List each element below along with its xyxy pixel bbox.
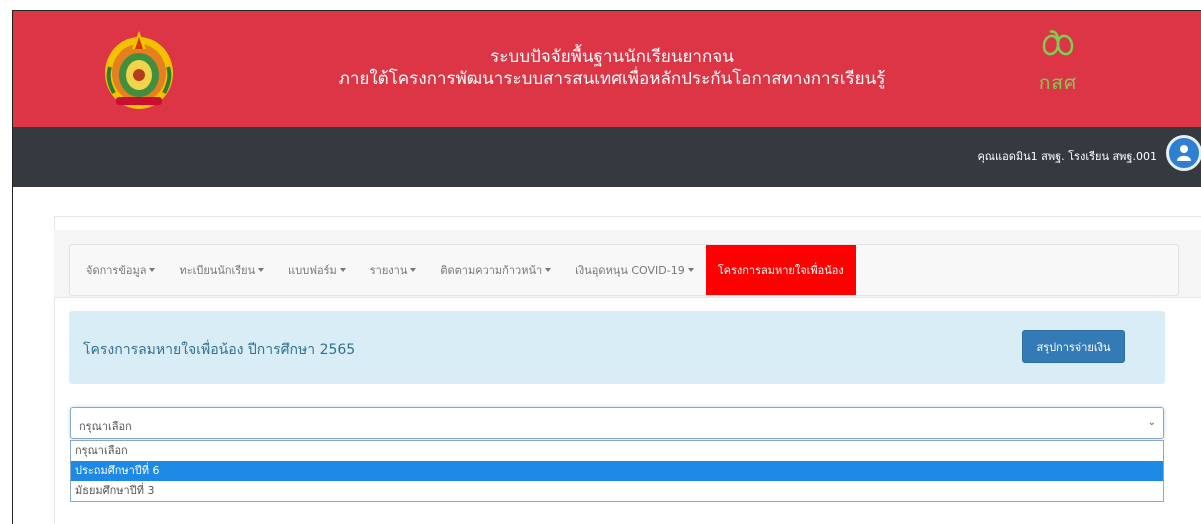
page: ระบบปัจจัยพื้นฐานนักเรียนยากจน ภายใต้โคร… [0, 0, 1201, 524]
user-name-label: คุณแอดมิน1 สพฐ. โรงเรียน สพฐ.001 [977, 150, 1157, 163]
eef-logo: กสศ [1024, 28, 1092, 94]
project-title: โครงการลมหายใจเพื่อน้อง ปีการศึกษา 2565 [83, 342, 356, 358]
nav-item-3[interactable]: รายงาน [358, 245, 429, 295]
nav-item-label: รายงาน [369, 264, 408, 277]
caret-down-icon [149, 268, 156, 272]
grade-option[interactable]: มัธยมศึกษาปีที่ 3 [71, 481, 1163, 501]
system-title-line2: ภายใต้โครงการพัฒนาระบบสารสนเทศเพื่อหลักป… [338, 69, 886, 89]
grade-select-value: กรุณาเลือก [79, 420, 132, 433]
user-avatar-button[interactable] [1166, 135, 1201, 171]
nav-item-2[interactable]: แบบฟอร์ม [276, 245, 358, 295]
grade-select[interactable]: กรุณาเลือก ⌄ [70, 407, 1164, 439]
system-title-line1: ระบบปัจจัยพื้นฐานนักเรียนยากจน [490, 47, 734, 67]
chevron-down-icon: ⌄ [1147, 417, 1156, 428]
caret-down-icon [410, 268, 417, 272]
nav-item-label: ติดตามความก้าวหน้า [440, 264, 543, 277]
system-title: ระบบปัจจัยพื้นฐานนักเรียนยากจน ภายใต้โคร… [262, 46, 962, 90]
grade-option[interactable]: ประถมศึกษาปีที่ 6 [71, 461, 1163, 481]
caret-down-icon [545, 268, 552, 272]
nav-item-label: จัดการข้อมูล [86, 264, 147, 277]
caret-down-icon [258, 268, 265, 272]
grade-option[interactable]: กรุณาเลือก [71, 441, 1163, 461]
nav-item-6[interactable]: โครงการลมหายใจเพื่อน้อง [705, 245, 856, 295]
grade-options-list: กรุณาเลือก ประถมศึกษาปีที่ 6 มัธยมศึกษาปีท… [70, 440, 1164, 502]
caret-down-icon [339, 268, 346, 272]
user-icon [1177, 145, 1191, 161]
project-panel: โครงการลมหายใจเพื่อน้อง ปีการศึกษา 2565 … [69, 311, 1165, 384]
main-navbar: จัดการข้อมูล ทะเบียนนักเรียน แบบฟอร์ม รายงา… [69, 244, 1179, 296]
nav-container: จัดการข้อมูล ทะเบียนนักเรียน แบบฟอร์ม รายงา… [54, 230, 1201, 298]
site-header: ระบบปัจจัยพื้นฐานนักเรียนยากจน ภายใต้โคร… [12, 10, 1201, 127]
nav-item-1[interactable]: ทะเบียนนักเรียน [167, 245, 276, 295]
caret-down-icon [687, 268, 694, 272]
nav-item-4[interactable]: ติดตามความก้าวหน้า [428, 245, 563, 295]
nav-item-0[interactable]: จัดการข้อมูล [74, 245, 167, 295]
eef-leaf-icon [1042, 30, 1074, 56]
nav-item-label: โครงการลมหายใจเพื่อน้อง [717, 264, 844, 277]
ministry-emblem-logo [105, 31, 173, 109]
payment-summary-button[interactable]: สรุปการจ่ายเงิน [1022, 330, 1125, 363]
eef-logo-text: กสศ [1038, 72, 1078, 94]
nav-item-label: ทะเบียนนักเรียน [179, 264, 256, 277]
nav-item-label: เงินอุดหนุน COVID-19 [575, 264, 685, 277]
nav-item-label: แบบฟอร์ม [288, 264, 337, 277]
nav-item-5[interactable]: เงินอุดหนุน COVID-19 [563, 245, 706, 295]
user-bar: คุณแอดมิน1 สพฐ. โรงเรียน สพฐ.001 [12, 127, 1201, 187]
